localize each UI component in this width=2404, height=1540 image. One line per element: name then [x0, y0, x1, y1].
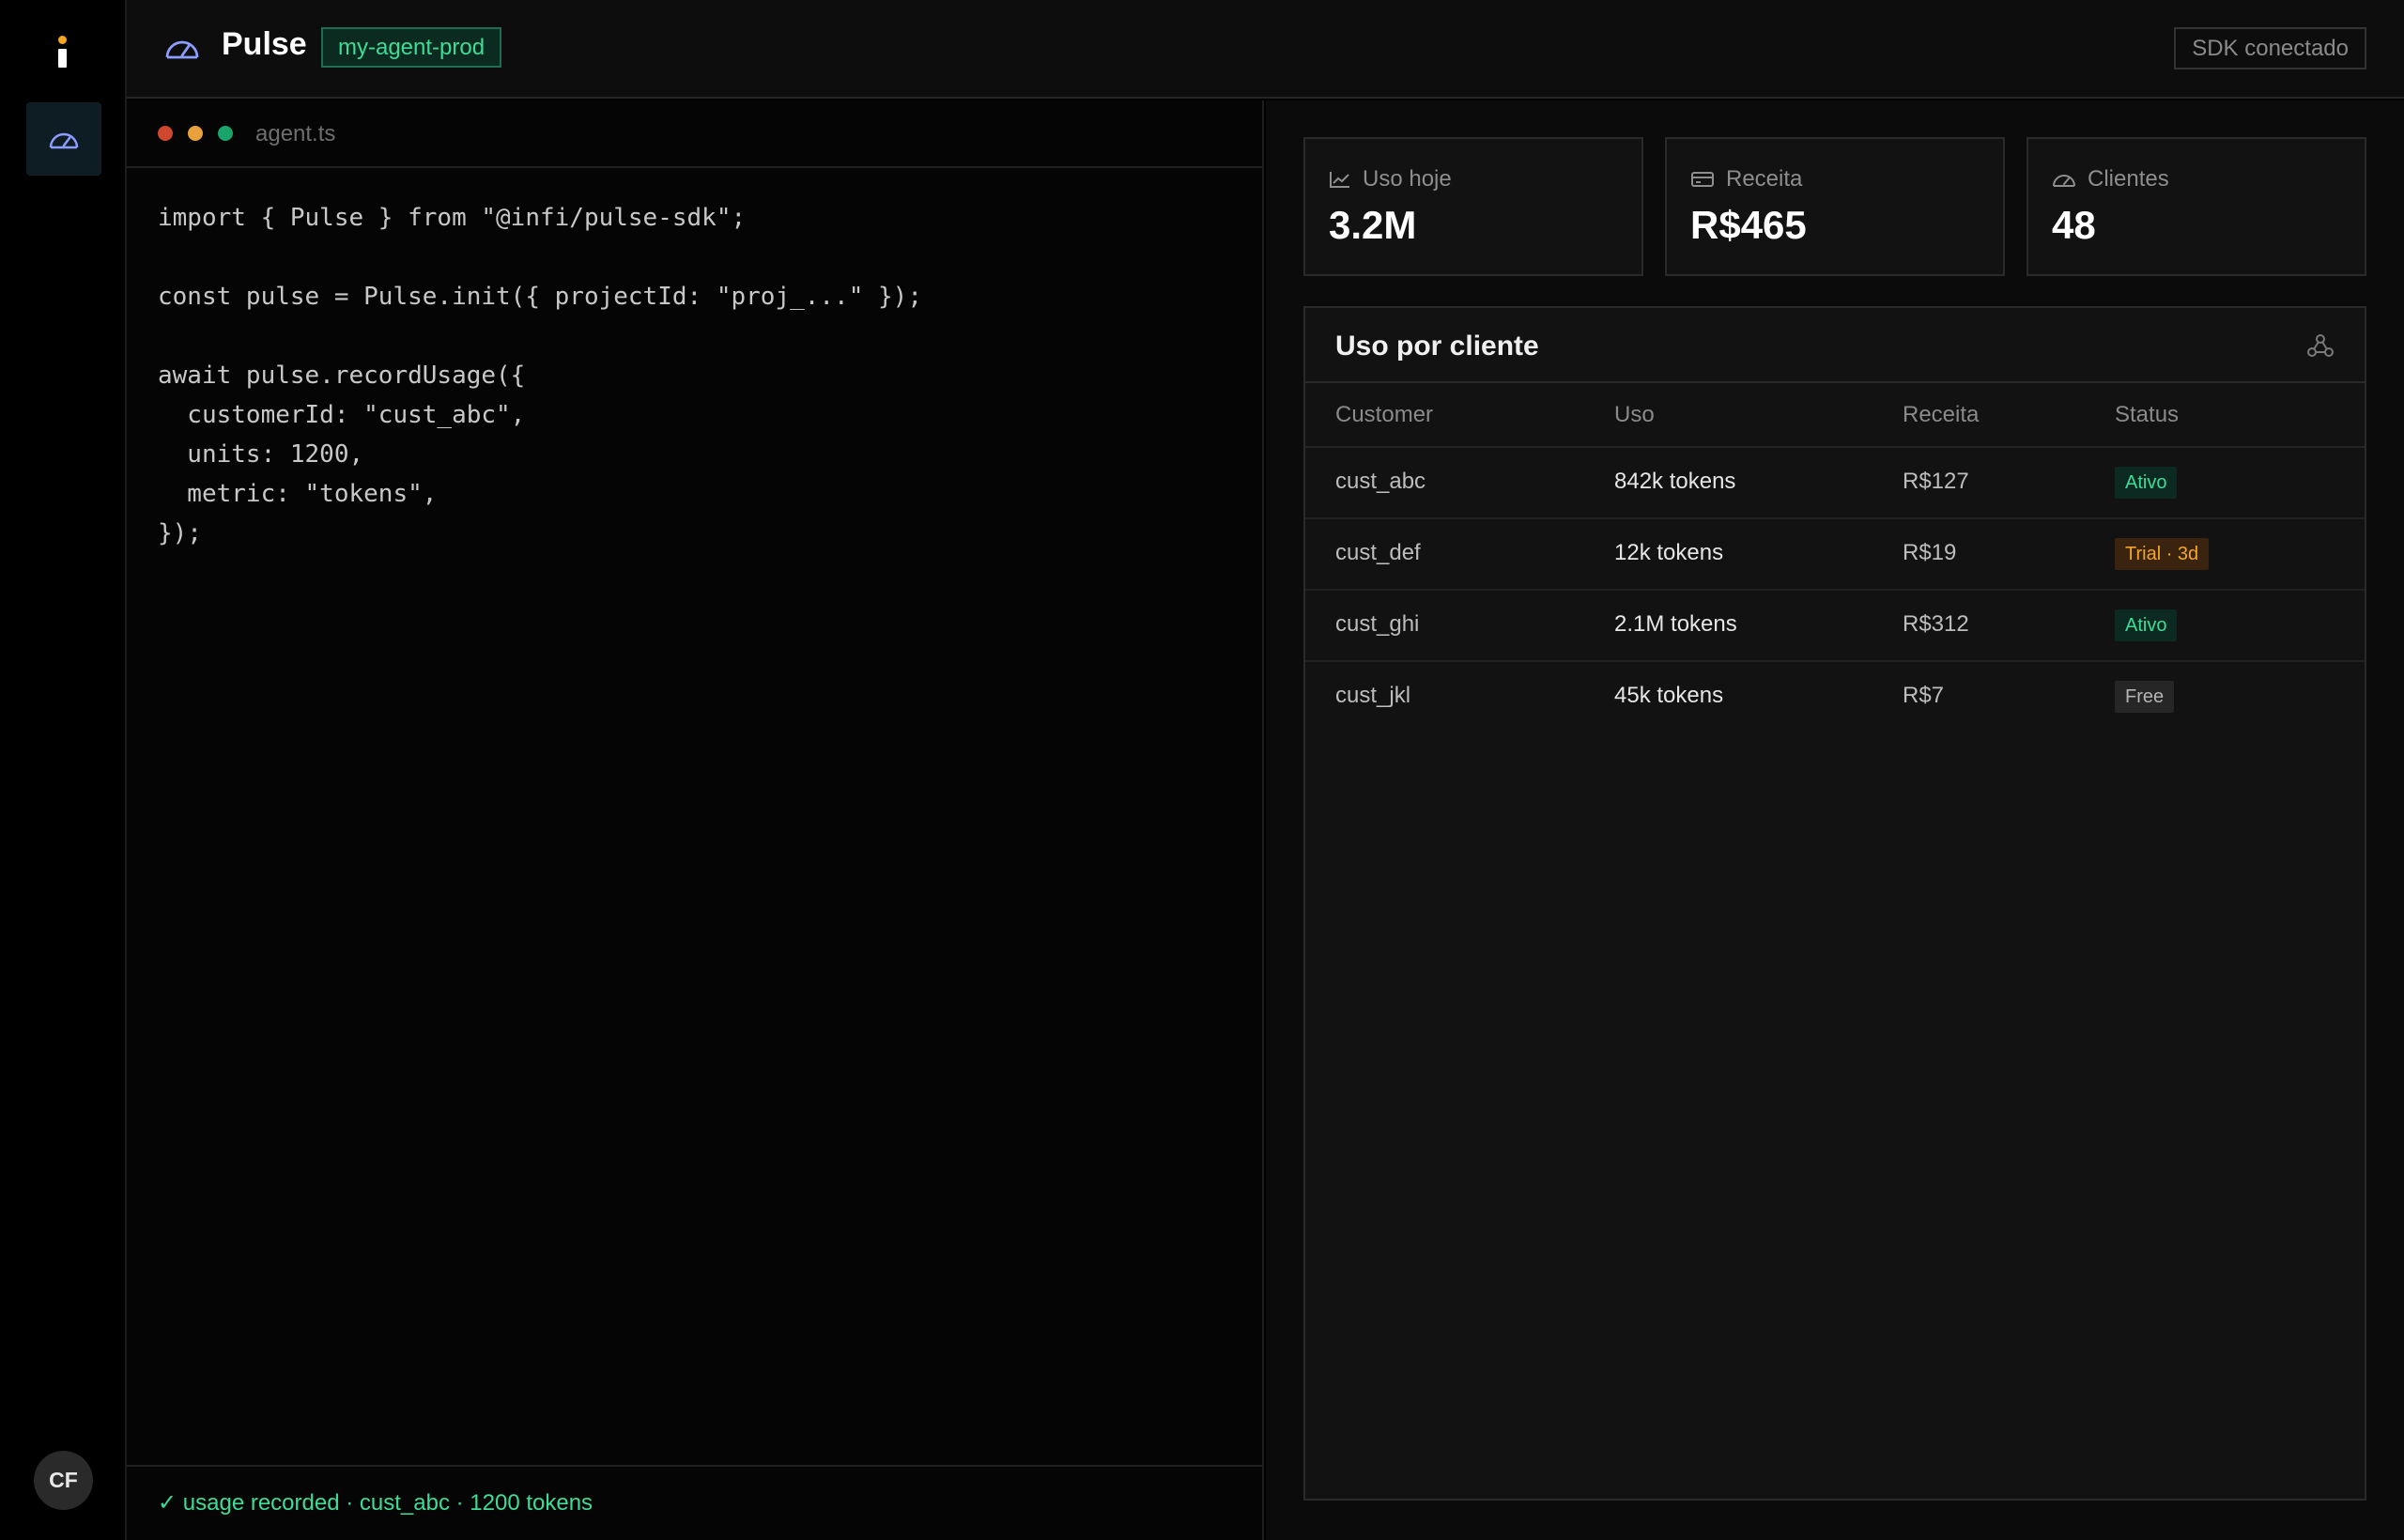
table-row[interactable]: cust_jkl 45k tokens R$7 Free	[1305, 662, 2365, 733]
stat-card-usage: Uso hoje 3.2M	[1303, 137, 1643, 276]
column-header-revenue[interactable]: Receita	[1903, 402, 1979, 428]
table-column-headers: Customer Uso Receita Status	[1305, 383, 2365, 448]
column-header-usage[interactable]: Uso	[1614, 402, 1655, 428]
code-editor[interactable]: import { Pulse } from "@infi/pulse-sdk";…	[158, 198, 922, 553]
logo-stem	[58, 49, 67, 68]
usage-cell: 12k tokens	[1614, 540, 1724, 565]
left-rail: CF	[0, 0, 127, 1540]
usage-table-card: Uso por cliente Customer Uso Receita Sta…	[1303, 306, 2366, 1501]
code-tab-bar: agent.ts	[127, 100, 1262, 168]
revenue-cell: R$19	[1903, 540, 1957, 565]
stat-card-customers: Clientes 48	[2026, 137, 2366, 276]
stat-value: 3.2M	[1329, 203, 1417, 247]
console-output: ✓ usage recorded · cust_abc · 1200 token…	[127, 1465, 1262, 1540]
stat-label: Clientes	[2088, 166, 2169, 192]
table-row[interactable]: cust_abc 842k tokens R$127 Ativo	[1305, 448, 2365, 519]
environment-badge[interactable]: my-agent-prod	[321, 27, 502, 68]
webhook-icon[interactable]	[2306, 332, 2335, 359]
stat-label: Receita	[1726, 166, 1803, 192]
stat-value: 48	[2052, 203, 2096, 247]
sidebar-item-pulse[interactable]	[26, 102, 101, 176]
code-panel: agent.ts import { Pulse } from "@infi/pu…	[127, 100, 1264, 1540]
file-tab[interactable]: agent.ts	[255, 121, 335, 147]
revenue-cell: R$127	[1903, 469, 1969, 494]
gauge-icon	[49, 132, 79, 149]
table-row[interactable]: cust_def 12k tokens R$19 Trial · 3d	[1305, 519, 2365, 591]
trend-chart-icon	[1330, 172, 1349, 188]
customer-cell: cust_ghi	[1335, 611, 1420, 637]
window-minimize-dot	[188, 126, 203, 141]
window-maximize-dot	[218, 126, 233, 141]
app-logo[interactable]	[54, 36, 71, 68]
status-badge: Ativo	[2115, 609, 2178, 641]
usage-cell: 45k tokens	[1614, 683, 1724, 708]
revenue-cell: R$312	[1903, 611, 1969, 637]
status-badge: Free	[2115, 681, 2175, 713]
sdk-status-badge: SDK conectado	[2174, 27, 2366, 69]
column-header-status[interactable]: Status	[2115, 402, 2179, 428]
gauge-icon	[165, 40, 199, 59]
usage-cell: 2.1M tokens	[1614, 611, 1737, 637]
revenue-cell: R$7	[1903, 683, 1945, 708]
window-close-dot	[158, 126, 173, 141]
customer-cell: cust_jkl	[1335, 683, 1411, 708]
app-title: Pulse	[222, 26, 307, 62]
table-title: Uso por cliente	[1335, 331, 1539, 362]
stat-value: R$465	[1690, 203, 1807, 247]
stat-label: Uso hoje	[1363, 166, 1452, 192]
customer-cell: cust_abc	[1335, 469, 1426, 494]
table-row[interactable]: cust_ghi 2.1M tokens R$312 Ativo	[1305, 591, 2365, 662]
top-bar: Pulse my-agent-prod SDK conectado	[127, 0, 2404, 99]
log-line: ✓ usage recorded · cust_abc · 1200 token…	[158, 1490, 593, 1516]
table-header: Uso por cliente	[1305, 308, 2365, 383]
column-header-customer[interactable]: Customer	[1335, 402, 1433, 428]
credit-card-icon	[1691, 172, 1714, 187]
status-badge: Trial · 3d	[2115, 538, 2210, 570]
status-badge: Ativo	[2115, 467, 2178, 499]
user-avatar[interactable]: CF	[34, 1451, 93, 1510]
gauge-icon	[2053, 175, 2075, 187]
stat-card-revenue: Receita R$465	[1665, 137, 2005, 276]
dashboard-panel: Uso hoje 3.2M Receita R$465 Clientes 48	[1266, 100, 2404, 1540]
customer-cell: cust_def	[1335, 540, 1421, 565]
logo-dot	[58, 36, 67, 44]
usage-cell: 842k tokens	[1614, 469, 1736, 494]
